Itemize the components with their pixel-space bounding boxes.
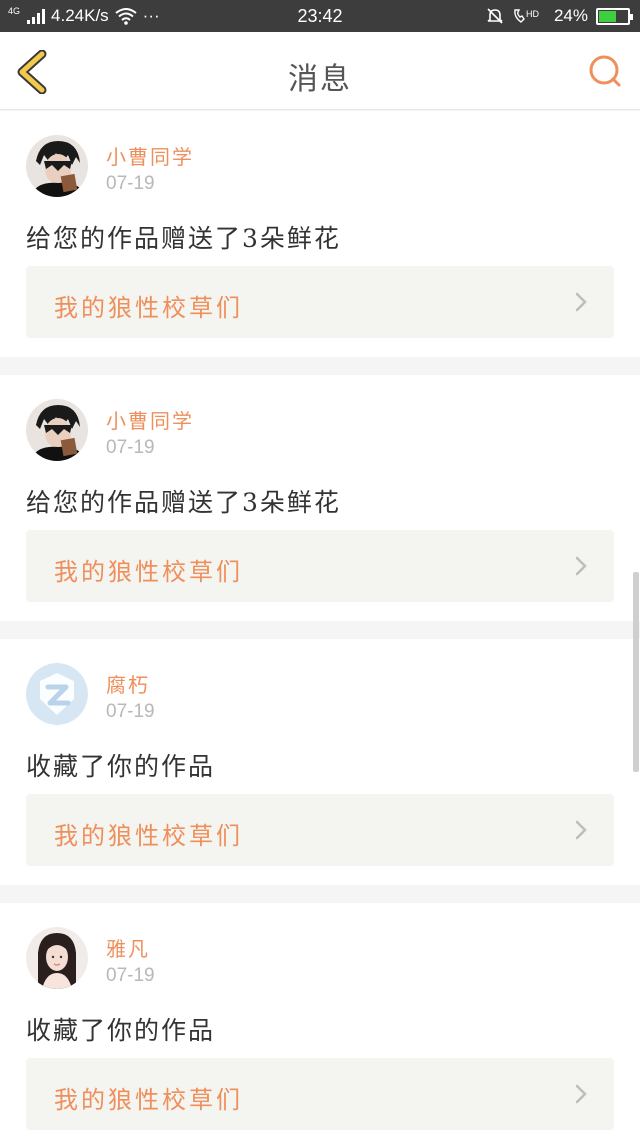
action-text: 收藏了你的作品 (26, 752, 216, 781)
message-list: 小曹同学 07-19 给您的作品赠送了3朵鲜花 我的狼性校草们 小曹同学 07-… (0, 111, 640, 1138)
avatar[interactable] (26, 399, 88, 461)
work-link[interactable]: 我的狼性校草们 (26, 794, 614, 866)
avatar[interactable] (26, 663, 88, 725)
work-link[interactable]: 我的狼性校草们 (26, 1058, 614, 1130)
page-title: 消息 (288, 62, 352, 97)
action-text: 给您的作品赠送了3朵鲜花 (26, 488, 341, 517)
svg-text:HD: HD (526, 9, 539, 19)
message-card: 小曹同学 07-19 给您的作品赠送了3朵鲜花 我的狼性校草们 (0, 375, 640, 621)
message-date: 07-19 (106, 437, 155, 458)
username[interactable]: 小曹同学 (106, 141, 194, 170)
message-card: 雅凡 07-19 收藏了你的作品 我的狼性校草们 (0, 903, 640, 1138)
chevron-right-icon (575, 1084, 587, 1104)
bell-mute-icon (487, 8, 503, 24)
search-button[interactable] (586, 52, 624, 90)
chevron-right-icon (575, 292, 587, 312)
message-date: 07-19 (106, 701, 155, 722)
battery-percent: 24% (553, 6, 588, 25)
work-title: 我的狼性校草们 (54, 822, 243, 850)
message-card: 腐朽 07-19 收藏了你的作品 我的狼性校草们 (0, 639, 640, 885)
status-bar: 4G 4.24K/s ··· 23:42 HD 24% (0, 0, 640, 32)
work-title: 我的狼性校草们 (54, 294, 243, 322)
username[interactable]: 腐朽 (106, 669, 150, 698)
status-right: HD 24% (486, 6, 633, 26)
work-link[interactable]: 我的狼性校草们 (26, 530, 614, 602)
chevron-right-icon (575, 556, 587, 576)
work-title: 我的狼性校草们 (54, 558, 243, 586)
action-text: 给您的作品赠送了3朵鲜花 (26, 224, 341, 253)
avatar[interactable] (26, 927, 88, 989)
chevron-right-icon (575, 820, 587, 840)
username[interactable]: 雅凡 (106, 933, 150, 962)
username[interactable]: 小曹同学 (106, 405, 194, 434)
action-text: 收藏了你的作品 (26, 1016, 216, 1045)
battery-icon (596, 7, 633, 25)
scrollbar[interactable] (633, 572, 639, 772)
avatar[interactable] (26, 135, 88, 197)
nav-bar: 消息 (0, 32, 640, 110)
hd-call-icon: HD (514, 9, 539, 23)
work-link[interactable]: 我的狼性校草们 (26, 266, 614, 338)
message-date: 07-19 (106, 965, 155, 986)
message-date: 07-19 (106, 173, 155, 194)
message-card: 小曹同学 07-19 给您的作品赠送了3朵鲜花 我的狼性校草们 (0, 111, 640, 357)
work-title: 我的狼性校草们 (54, 1086, 243, 1114)
